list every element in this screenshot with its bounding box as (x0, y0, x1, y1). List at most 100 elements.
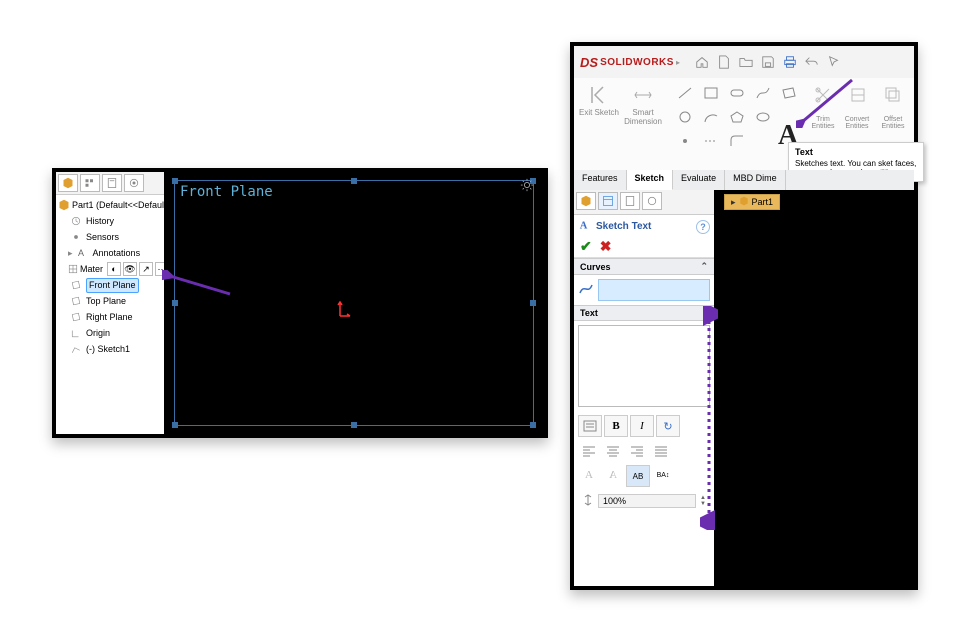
tree-node-top-plane[interactable]: Top Plane (58, 293, 164, 309)
ctx-btn-eye[interactable]: 👁 (123, 262, 137, 276)
origin-marker (336, 300, 352, 323)
ribbon-label: Offset Entities (876, 116, 910, 130)
tree-node-sensors[interactable]: Sensors (58, 229, 164, 245)
cancel-button[interactable]: ✖ (600, 238, 612, 255)
ctx-btn-arrow[interactable]: ↗ (139, 262, 153, 276)
ribbon-label: Exit Sketch (578, 108, 620, 117)
tree-node-label: Mater (80, 263, 103, 276)
format-controls: B I ↻ A A AB BA↕ 100% ▲▼ (574, 411, 714, 515)
help-icon[interactable]: ? (696, 220, 710, 234)
tree-node-label: Front Plane (86, 278, 139, 293)
solidworks-logo: DS SOLIDWORKS ▸ (580, 55, 680, 70)
tab-features[interactable]: Features (574, 170, 627, 190)
tree-node-right-plane[interactable]: Right Plane (58, 309, 164, 325)
graphics-viewport[interactable]: Front Plane (164, 172, 544, 434)
tree-node-origin[interactable]: Origin (58, 325, 164, 341)
offset-entities-button[interactable] (878, 82, 908, 108)
line-tool-icon[interactable] (674, 84, 696, 102)
width-mode-button[interactable]: AB (626, 465, 650, 487)
tree-node-sketch1[interactable]: (-) Sketch1 (58, 341, 164, 357)
select-icon[interactable] (826, 54, 842, 70)
save-icon[interactable] (760, 54, 776, 70)
align-left-button[interactable] (578, 441, 600, 461)
ctx-btn-hide[interactable]: ◐ (107, 262, 121, 276)
tree-node-label: Annotations (93, 247, 141, 260)
plane-icon (68, 309, 84, 325)
tree-tab-feature[interactable] (58, 174, 78, 192)
trim-entities-button[interactable] (808, 82, 838, 108)
align-center-button[interactable] (602, 441, 624, 461)
new-doc-icon[interactable] (716, 54, 732, 70)
italic-button[interactable]: I (630, 415, 654, 437)
home-icon[interactable] (694, 54, 710, 70)
text-section-header[interactable]: Text (574, 305, 714, 321)
flyout-part-tab[interactable]: ▸ Part1 (724, 194, 780, 210)
tree-node-annotations[interactable]: ▸AAnnotations (58, 245, 164, 261)
circle-tool-icon[interactable] (674, 108, 696, 126)
open-icon[interactable] (738, 54, 754, 70)
pm-tabs (574, 190, 714, 215)
viewport-settings-icon[interactable] (520, 178, 536, 194)
pm-tab-property[interactable] (598, 192, 618, 210)
svg-text:A: A (78, 248, 84, 258)
tab-mbd-dimensions[interactable]: MBD Dime (725, 170, 786, 190)
fillet-tool-icon[interactable] (726, 132, 748, 150)
ds-logo: DS (580, 55, 598, 70)
spline-tool-icon[interactable] (752, 84, 774, 102)
smart-dimension-button[interactable]: Smart Dimension (622, 82, 664, 126)
tree-tab-display[interactable] (102, 174, 122, 192)
tree-node-part[interactable]: Part1 (Default<<Default> (58, 197, 164, 213)
ribbon-label: Smart Dimension (622, 108, 664, 126)
curves-selection-field[interactable] (598, 279, 710, 301)
width-alt-button[interactable]: BA↕ (652, 465, 674, 485)
print-icon[interactable] (782, 54, 798, 70)
flip-horizontal-button[interactable]: A (602, 465, 624, 485)
rotate-button[interactable]: ↻ (656, 415, 680, 437)
property-manager: A Sketch Text ? ✔ ✖ Curves ⌃ Text B I ↻ (574, 190, 714, 586)
flip-vertical-button[interactable]: A (578, 465, 600, 485)
ribbon-label: Trim Entities (806, 116, 840, 130)
scale-field[interactable]: 100% (598, 494, 696, 508)
graphics-viewport[interactable] (714, 190, 914, 586)
point-tool-icon[interactable] (674, 132, 696, 150)
undo-icon[interactable] (804, 54, 820, 70)
offset-icon (878, 82, 908, 108)
pm-tab-config[interactable] (620, 192, 640, 210)
exit-sketch-icon (578, 82, 620, 108)
centerline-tool-icon[interactable] (700, 132, 722, 150)
text-input[interactable] (578, 325, 710, 407)
convert-entities-button[interactable] (842, 82, 874, 108)
ellipse-tool-icon[interactable] (752, 108, 774, 126)
tree-node-label: Top Plane (86, 295, 126, 308)
plane-tool-icon[interactable] (778, 84, 800, 102)
pm-tab-feature[interactable] (576, 192, 596, 210)
tree-node-label: Part1 (Default<<Default> (72, 199, 164, 212)
pm-confirm-row: ✔ ✖ (574, 238, 714, 258)
ctx-btn-more[interactable]: ⋯ (155, 262, 164, 276)
tab-sketch[interactable]: Sketch (627, 170, 674, 190)
tree-node-material[interactable]: Mater ◐ 👁 ↗ ⋯ (58, 261, 164, 277)
tree-tab-config[interactable] (80, 174, 100, 192)
tree-tab-appearance[interactable] (124, 174, 144, 192)
align-right-button[interactable] (626, 441, 648, 461)
tree-node-front-plane[interactable]: Front Plane (58, 277, 164, 293)
pm-tab-display[interactable] (642, 192, 662, 210)
style-button[interactable] (578, 415, 602, 437)
scale-row: 100% ▲▼ (578, 491, 710, 511)
context-toolbar: ◐ 👁 ↗ ⋯ (107, 262, 164, 276)
arc-tool-icon[interactable] (700, 108, 722, 126)
rectangle-tool-icon[interactable] (700, 84, 722, 102)
ok-button[interactable]: ✔ (580, 238, 592, 255)
scale-spinner[interactable]: ▲▼ (700, 495, 706, 507)
exit-sketch-button[interactable]: Exit Sketch (578, 82, 620, 117)
polygon-tool-icon[interactable] (726, 108, 748, 126)
tree-node-history[interactable]: History (58, 213, 164, 229)
trim-icon (808, 82, 838, 108)
align-justify-button[interactable] (650, 441, 672, 461)
bold-button[interactable]: B (604, 415, 628, 437)
slot-tool-icon[interactable] (726, 84, 748, 102)
part-icon (58, 197, 70, 213)
sketch-icon (68, 341, 84, 357)
curves-section-header[interactable]: Curves ⌃ (574, 258, 714, 275)
tab-evaluate[interactable]: Evaluate (673, 170, 725, 190)
